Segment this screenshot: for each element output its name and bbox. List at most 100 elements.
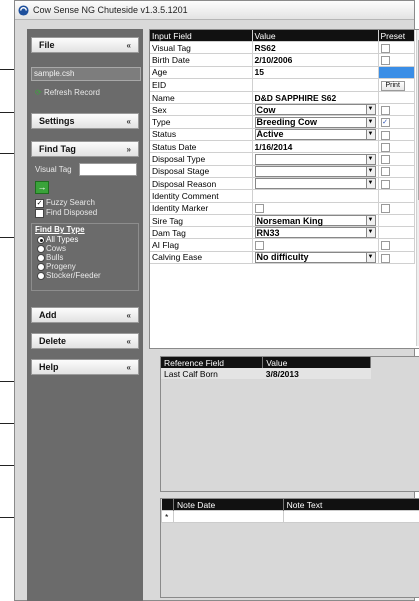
table-row[interactable]: Last Calf Born 3/8/2013 — [161, 368, 371, 379]
dropdown-select[interactable]: No difficulty ▼ — [254, 251, 376, 263]
value-cell[interactable] — [252, 189, 379, 203]
add-section-header[interactable]: Add « — [31, 307, 139, 323]
preset-cell[interactable] — [378, 140, 415, 154]
value-dropdown[interactable]: No difficulty ▼ — [252, 251, 379, 265]
table-row[interactable]: Visual Tag RS62 — [150, 41, 415, 55]
preset-checkbox[interactable] — [380, 241, 390, 251]
table-row[interactable]: Sire Tag Norseman King ▼ — [150, 214, 415, 228]
preset-cell[interactable] — [378, 189, 415, 203]
settings-section-header[interactable]: Settings « — [31, 113, 139, 129]
table-row[interactable]: Type Breeding Cow ▼ ✓ — [150, 115, 415, 129]
table-row[interactable]: Identity Comment — [150, 189, 415, 203]
chevron-down-icon[interactable]: ▼ — [365, 179, 375, 189]
value-checkbox-cell[interactable] — [252, 238, 379, 252]
column-header-reference-value[interactable]: Value — [262, 357, 371, 368]
table-row[interactable]: Disposal Reason ▼ — [150, 177, 415, 191]
chevron-down-icon[interactable]: ▼ — [365, 166, 375, 176]
radio-stocker-feeder[interactable] — [37, 272, 45, 280]
dropdown-select[interactable]: ▼ — [254, 165, 376, 177]
value-cell[interactable]: 2/10/2006 — [252, 53, 379, 67]
value-cell[interactable] — [252, 78, 379, 92]
chevron-down-icon[interactable]: ▼ — [365, 129, 375, 139]
radio-bulls[interactable] — [37, 254, 45, 262]
column-header-input-field[interactable]: Input Field — [150, 30, 253, 42]
table-row[interactable]: EID Print — [150, 78, 415, 92]
preset-cell[interactable] — [378, 202, 415, 215]
preset-checkbox[interactable] — [380, 56, 390, 66]
dropdown-select[interactable]: Cow ▼ — [254, 104, 376, 115]
help-section-header[interactable]: Help « — [31, 359, 139, 375]
preset-cell[interactable] — [378, 128, 415, 142]
dropdown-select[interactable]: ▼ — [254, 178, 376, 189]
fuzzy-search-checkbox[interactable]: ✓ — [35, 199, 44, 208]
preset-cell[interactable] — [378, 238, 415, 252]
value-cell[interactable]: 15 — [252, 66, 379, 79]
preset-cell[interactable] — [378, 152, 415, 166]
chevron-down-icon[interactable]: ▼ — [365, 117, 375, 127]
radio-cows[interactable] — [37, 245, 45, 253]
value-dropdown[interactable]: ▼ — [252, 165, 379, 178]
table-row[interactable]: AI Flag — [150, 238, 415, 252]
file-section-header[interactable]: File « — [31, 37, 139, 53]
note-text-cell[interactable] — [282, 510, 419, 523]
value-dropdown[interactable]: RN33 ▼ — [252, 226, 379, 240]
value-cell[interactable]: D&D SAPPHIRE S62 — [252, 91, 379, 105]
preset-checkbox[interactable] — [380, 130, 390, 140]
preset-checkbox[interactable] — [380, 105, 390, 115]
dropdown-select[interactable]: Norseman King ▼ — [254, 215, 376, 226]
value-checkbox[interactable] — [254, 241, 264, 251]
preset-cell[interactable] — [378, 214, 415, 228]
preset-checkbox[interactable] — [380, 253, 390, 263]
value-checkbox-cell[interactable] — [252, 202, 379, 215]
radio-progeny[interactable] — [37, 263, 45, 271]
radio-all-types[interactable] — [37, 236, 45, 244]
chevron-down-icon[interactable]: ▼ — [365, 105, 375, 115]
preset-checkbox[interactable] — [380, 204, 390, 214]
value-checkbox[interactable] — [254, 204, 264, 214]
value-dropdown[interactable]: ▼ — [252, 177, 379, 191]
preset-checkbox[interactable] — [380, 43, 390, 53]
preset-cell[interactable]: Print — [378, 78, 415, 92]
preset-checkbox[interactable] — [380, 155, 390, 165]
value-dropdown[interactable]: Active ▼ — [252, 128, 379, 142]
table-row[interactable]: Identity Marker — [150, 202, 415, 215]
chevron-down-icon[interactable]: ▼ — [365, 216, 375, 225]
new-note-row[interactable]: * — [161, 510, 419, 523]
preset-cell[interactable] — [378, 41, 415, 55]
value-dropdown[interactable]: ▼ — [252, 152, 379, 166]
value-cell[interactable]: 1/16/2014 — [252, 140, 379, 154]
preset-checkbox[interactable] — [380, 179, 390, 189]
dropdown-select[interactable]: ▼ — [254, 153, 376, 165]
filename-field[interactable]: sample.csh — [31, 67, 141, 81]
preset-cell[interactable] — [378, 165, 415, 178]
preset-cell[interactable] — [378, 91, 415, 105]
preset-cell[interactable] — [378, 53, 415, 67]
value-dropdown[interactable]: Breeding Cow ▼ — [252, 115, 379, 129]
column-header-reference-field[interactable]: Reference Field — [161, 357, 264, 368]
value-cell[interactable]: RS62 — [252, 41, 379, 55]
go-button[interactable]: → — [35, 181, 49, 194]
table-row[interactable]: Status Active ▼ — [150, 128, 415, 142]
column-header-note-text[interactable]: Note Text — [283, 499, 419, 511]
preset-checkbox[interactable] — [380, 142, 390, 152]
delete-section-header[interactable]: Delete « — [31, 333, 139, 349]
preset-cell[interactable] — [378, 226, 415, 240]
value-dropdown[interactable]: Norseman King ▼ — [252, 214, 379, 228]
column-header-preset[interactable]: Preset — [378, 30, 415, 42]
table-row[interactable]: Calving Ease No difficulty ▼ — [150, 251, 415, 265]
chevron-down-icon[interactable]: ▼ — [365, 228, 375, 238]
table-row[interactable]: Name D&D SAPPHIRE S62 — [150, 91, 415, 105]
refresh-record-link[interactable]: ⟳ Refresh Record — [35, 88, 100, 97]
note-date-cell[interactable] — [172, 510, 284, 523]
preset-checkbox[interactable]: ✓ — [380, 118, 390, 128]
preset-cell[interactable]: ✓ — [378, 115, 415, 129]
table-row[interactable]: Status Date 1/16/2014 — [150, 140, 415, 154]
find-disposed-checkbox[interactable] — [35, 209, 44, 218]
preset-highlight[interactable] — [378, 66, 415, 79]
print-button[interactable]: Print — [380, 80, 405, 91]
visual-tag-input[interactable] — [79, 163, 137, 176]
table-row[interactable]: Age 15 — [150, 66, 415, 79]
preset-cell[interactable] — [378, 103, 415, 117]
column-header-value[interactable]: Value — [252, 30, 379, 42]
preset-checkbox[interactable] — [380, 167, 390, 177]
